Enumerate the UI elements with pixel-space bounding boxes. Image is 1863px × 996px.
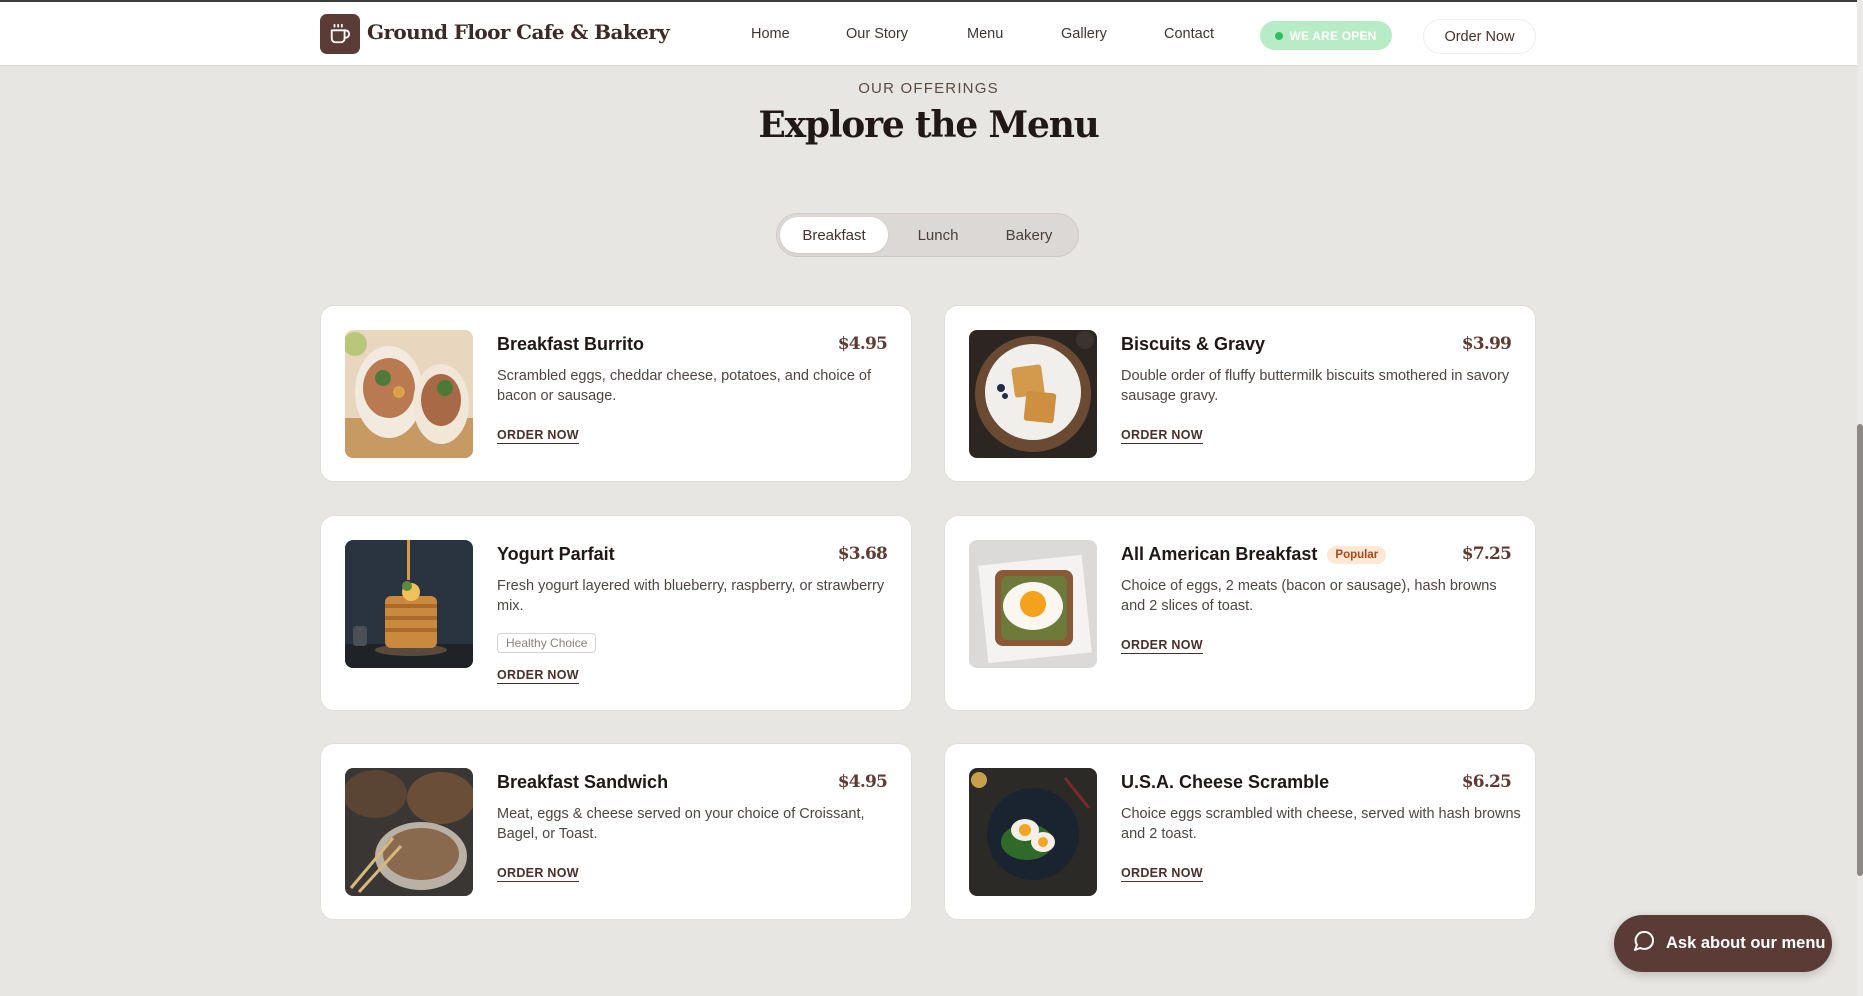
burrito-photo bbox=[345, 330, 473, 458]
open-status-label: WE ARE OPEN bbox=[1289, 28, 1377, 43]
healthy-choice-tag: Healthy Choice bbox=[497, 633, 597, 653]
tab-lunch[interactable]: Lunch bbox=[892, 217, 984, 253]
menu-tabs: Breakfast Lunch Bakery bbox=[776, 213, 1079, 257]
egg-salad-photo bbox=[969, 768, 1097, 896]
menu-item-description: Choice of eggs, 2 meats (bacon or sausag… bbox=[1121, 578, 1497, 614]
chat-bubble-icon bbox=[1632, 929, 1656, 958]
waffles-photo bbox=[969, 330, 1097, 458]
pancake-stack-photo bbox=[345, 540, 473, 668]
scrollbar-thumb[interactable] bbox=[1857, 424, 1863, 876]
coffee-cup-icon[interactable] bbox=[320, 14, 360, 54]
brand-name[interactable]: Ground Floor Cafe & Bakery bbox=[367, 20, 670, 44]
nav-gallery[interactable]: Gallery bbox=[1061, 26, 1107, 42]
menu-item-card: U.S.A. Cheese Scramble $6.25 Choice eggs… bbox=[944, 743, 1536, 920]
menu-item-card: Yogurt Parfait $3.68 Fresh yogurt layere… bbox=[320, 515, 912, 711]
menu-item-title: Yogurt Parfait bbox=[497, 544, 615, 564]
chat-button-label: Ask about our menu bbox=[1666, 934, 1826, 952]
menu-item-name: U.S.A. Cheese Scramble bbox=[1121, 772, 1329, 793]
nav-home[interactable]: Home bbox=[751, 26, 790, 42]
menu-item-title: All American Breakfast bbox=[1121, 544, 1318, 564]
nav-contact[interactable]: Contact bbox=[1164, 26, 1214, 42]
menu-item-price: $7.25 bbox=[1461, 544, 1512, 564]
order-now-link[interactable]: ORDER NOW bbox=[1121, 638, 1203, 654]
egg-toast-photo bbox=[969, 540, 1097, 668]
ask-menu-chat-button[interactable]: Ask about our menu bbox=[1614, 915, 1832, 972]
menu-item-price: $4.95 bbox=[837, 334, 888, 354]
order-now-link[interactable]: ORDER NOW bbox=[497, 668, 579, 684]
menu-item-card: Breakfast Burrito $4.95 Scrambled eggs, … bbox=[320, 305, 912, 482]
menu-item-name: Breakfast Burrito bbox=[497, 334, 644, 355]
order-now-link[interactable]: ORDER NOW bbox=[1121, 866, 1203, 882]
menu-item-price: $3.99 bbox=[1461, 334, 1512, 354]
menu-item-description: Scrambled eggs, cheddar cheese, potatoes… bbox=[497, 368, 872, 404]
menu-item-description: Double order of fluffy buttermilk biscui… bbox=[1121, 368, 1510, 404]
menu-item-name: Yogurt Parfait bbox=[497, 544, 615, 565]
menu-item-description: Meat, eggs & cheese served on your choic… bbox=[497, 806, 865, 842]
tab-breakfast[interactable]: Breakfast bbox=[780, 217, 888, 253]
menu-item-price: $3.68 bbox=[837, 544, 888, 564]
menu-item-description: Choice eggs scrambled with cheese, serve… bbox=[1121, 806, 1521, 842]
site-header: Ground Floor Cafe & Bakery Home Our Stor… bbox=[0, 2, 1857, 66]
menu-item-description: Fresh yogurt layered with blueberry, ras… bbox=[497, 578, 885, 614]
menu-item-name: Biscuits & Gravy bbox=[1121, 334, 1265, 355]
order-now-link[interactable]: ORDER NOW bbox=[497, 866, 579, 882]
nav-menu[interactable]: Menu bbox=[967, 26, 1003, 42]
open-status-badge: WE ARE OPEN bbox=[1260, 21, 1392, 50]
order-now-link[interactable]: ORDER NOW bbox=[1121, 428, 1203, 444]
order-now-link[interactable]: ORDER NOW bbox=[497, 428, 579, 444]
menu-item-title: Breakfast Burrito bbox=[497, 334, 645, 354]
order-now-button[interactable]: Order Now bbox=[1423, 19, 1536, 54]
menu-item-title: Biscuits & Gravy bbox=[1121, 334, 1266, 354]
tab-bakery[interactable]: Bakery bbox=[982, 217, 1076, 253]
menu-item-name: Breakfast Sandwich bbox=[497, 772, 668, 793]
menu-item-name: All American Breakfast Popular bbox=[1121, 544, 1387, 565]
popular-badge: Popular bbox=[1327, 545, 1387, 564]
menu-item-title: Breakfast Sandwich bbox=[497, 772, 669, 792]
menu-item-price: $4.95 bbox=[837, 772, 888, 792]
status-dot-icon bbox=[1275, 31, 1284, 40]
bread-loaves-photo bbox=[345, 768, 473, 896]
section-title: Explore the Menu bbox=[758, 104, 1100, 146]
menu-item-card: All American Breakfast Popular $7.25 Cho… bbox=[944, 515, 1536, 711]
menu-item-title: U.S.A. Cheese Scramble bbox=[1121, 772, 1330, 792]
section-eyebrow: OUR OFFERINGS bbox=[858, 80, 999, 97]
menu-item-card: Biscuits & Gravy $3.99 Double order of f… bbox=[944, 305, 1536, 482]
menu-item-price: $6.25 bbox=[1461, 772, 1512, 792]
nav-our-story[interactable]: Our Story bbox=[846, 26, 908, 42]
menu-item-card: Breakfast Sandwich $4.95 Meat, eggs & ch… bbox=[320, 743, 912, 920]
